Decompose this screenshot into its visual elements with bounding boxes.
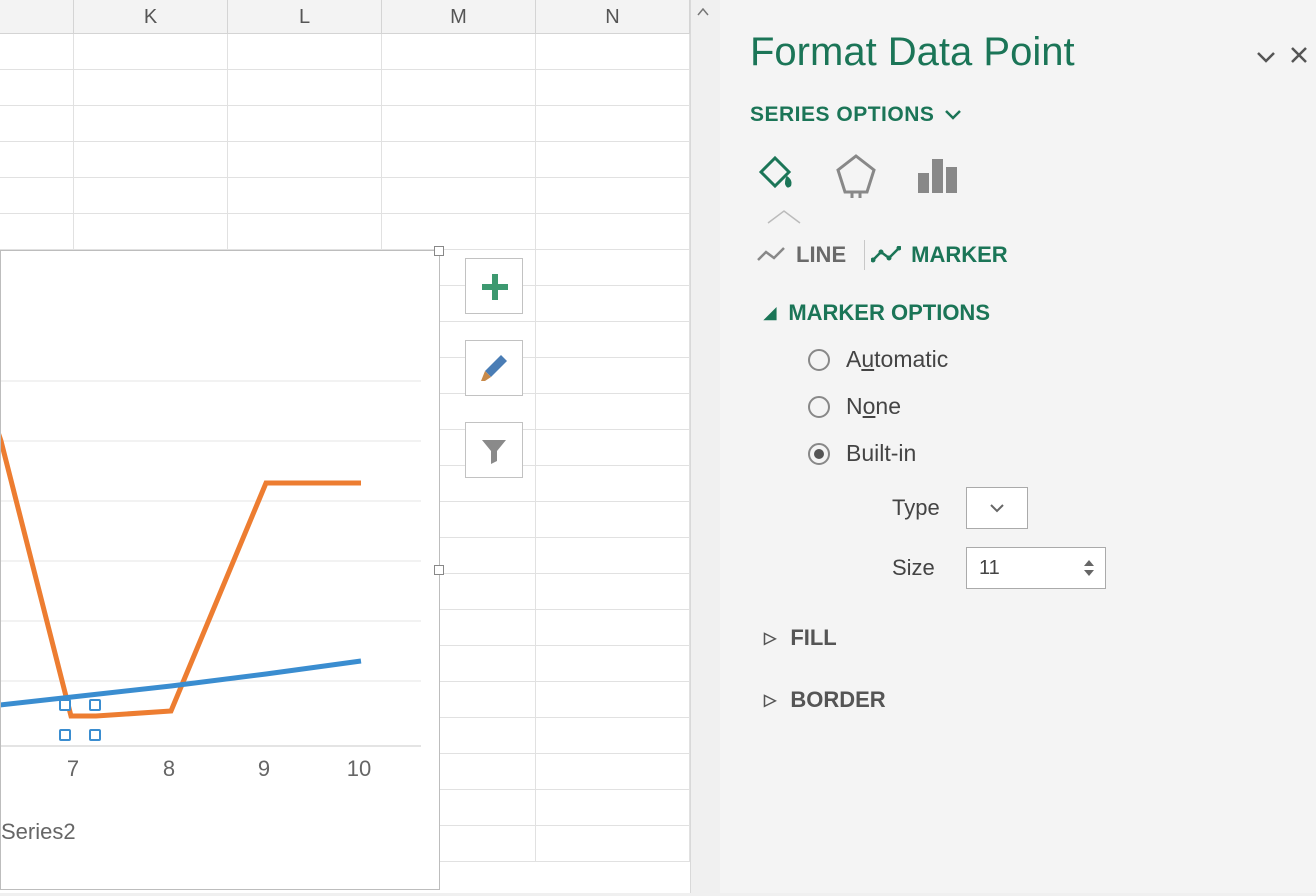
chart-add-element-button[interactable] <box>465 258 523 314</box>
border-label: BORDER <box>790 687 885 713</box>
resize-handle[interactable] <box>434 565 444 575</box>
line-series2[interactable] <box>1 661 361 706</box>
line-icon <box>756 246 786 264</box>
marker-subtab[interactable]: MARKER <box>865 236 1026 274</box>
x-tick: 9 <box>258 756 270 781</box>
marker-options-label: MARKER OPTIONS <box>788 300 990 326</box>
pentagon-icon <box>834 152 878 198</box>
chevron-down-icon <box>990 503 1004 513</box>
format-data-point-pane: Format Data Point SERIES OPTIONS <box>720 0 1316 893</box>
tab-indicator <box>764 209 804 225</box>
radio-builtin[interactable]: Built-in <box>808 440 1296 467</box>
vertical-scrollbar[interactable] <box>690 0 714 893</box>
radio-label: Built-in <box>846 440 916 467</box>
spreadsheet-grid[interactable]: K L M N <box>0 0 690 893</box>
fill-and-line-tab[interactable] <box>750 151 798 199</box>
selection-handle[interactable] <box>89 729 101 741</box>
col-header-partial[interactable] <box>0 0 74 33</box>
radio-icon <box>808 349 830 371</box>
x-tick: 8 <box>163 756 175 781</box>
chevron-down-icon <box>1256 50 1276 64</box>
size-label: Size <box>892 555 946 581</box>
marker-line-icon <box>871 246 901 264</box>
collapse-icon: ◢ <box>764 303 776 323</box>
fill-label: FILL <box>790 625 836 651</box>
col-header-k[interactable]: K <box>74 0 228 33</box>
radio-label: None <box>846 393 901 420</box>
embedded-chart[interactable]: 7 8 9 10 Series2 <box>0 250 440 890</box>
selection-handle[interactable] <box>89 699 101 711</box>
paintbrush-icon <box>477 351 511 385</box>
radio-icon <box>808 443 830 465</box>
spinner-up-icon[interactable] <box>1083 559 1095 567</box>
chevron-down-icon <box>944 109 962 121</box>
size-value: 11 <box>979 557 1000 580</box>
expand-icon: ▷ <box>764 690 776 710</box>
bar-chart-icon <box>916 155 960 195</box>
radio-automatic[interactable]: Automatic <box>808 346 1296 373</box>
chart-plot-area[interactable]: 7 8 9 10 Series2 <box>1 251 441 891</box>
scroll-up-button[interactable] <box>691 0 715 24</box>
close-pane-button[interactable] <box>1290 40 1308 71</box>
x-tick: 7 <box>67 756 79 781</box>
border-section[interactable]: ▷ BORDER <box>750 687 1296 713</box>
chevron-up-icon <box>697 8 709 16</box>
line-tab-label: LINE <box>796 242 846 268</box>
spinner-down-icon[interactable] <box>1083 569 1095 577</box>
resize-handle[interactable] <box>434 246 444 256</box>
line-series1[interactable] <box>1 381 361 716</box>
pane-title: Format Data Point <box>750 30 1296 75</box>
series-options-dropdown[interactable]: SERIES OPTIONS <box>750 103 1296 127</box>
marker-size-input[interactable]: 11 <box>966 547 1106 589</box>
selection-handle[interactable] <box>59 729 71 741</box>
col-header-l[interactable]: L <box>228 0 382 33</box>
marker-options-section[interactable]: ◢ MARKER OPTIONS <box>750 300 1296 326</box>
chart-styles-button[interactable] <box>465 340 523 396</box>
funnel-icon <box>479 435 509 465</box>
series-options-label: SERIES OPTIONS <box>750 103 934 127</box>
effects-tab[interactable] <box>832 151 880 199</box>
plus-icon <box>479 271 509 301</box>
marker-type-dropdown[interactable] <box>966 487 1028 529</box>
close-icon <box>1290 46 1308 64</box>
chart-filter-button[interactable] <box>465 422 523 478</box>
column-headers: K L M N <box>0 0 690 34</box>
paint-bucket-icon <box>751 152 797 198</box>
selection-handle[interactable] <box>59 699 71 711</box>
x-tick: 10 <box>347 756 371 781</box>
fill-section[interactable]: ▷ FILL <box>750 625 1296 651</box>
expand-icon: ▷ <box>764 628 776 648</box>
task-pane-options-button[interactable] <box>1256 40 1276 71</box>
line-subtab[interactable]: LINE <box>750 236 864 274</box>
series-options-tab[interactable] <box>914 151 962 199</box>
type-label: Type <box>892 495 946 521</box>
marker-tab-label: MARKER <box>911 242 1008 268</box>
col-header-m[interactable]: M <box>382 0 536 33</box>
radio-icon <box>808 396 830 418</box>
radio-label: Automatic <box>846 346 948 373</box>
radio-none[interactable]: None <box>808 393 1296 420</box>
legend-label: Series2 <box>1 819 76 844</box>
col-header-n[interactable]: N <box>536 0 690 33</box>
